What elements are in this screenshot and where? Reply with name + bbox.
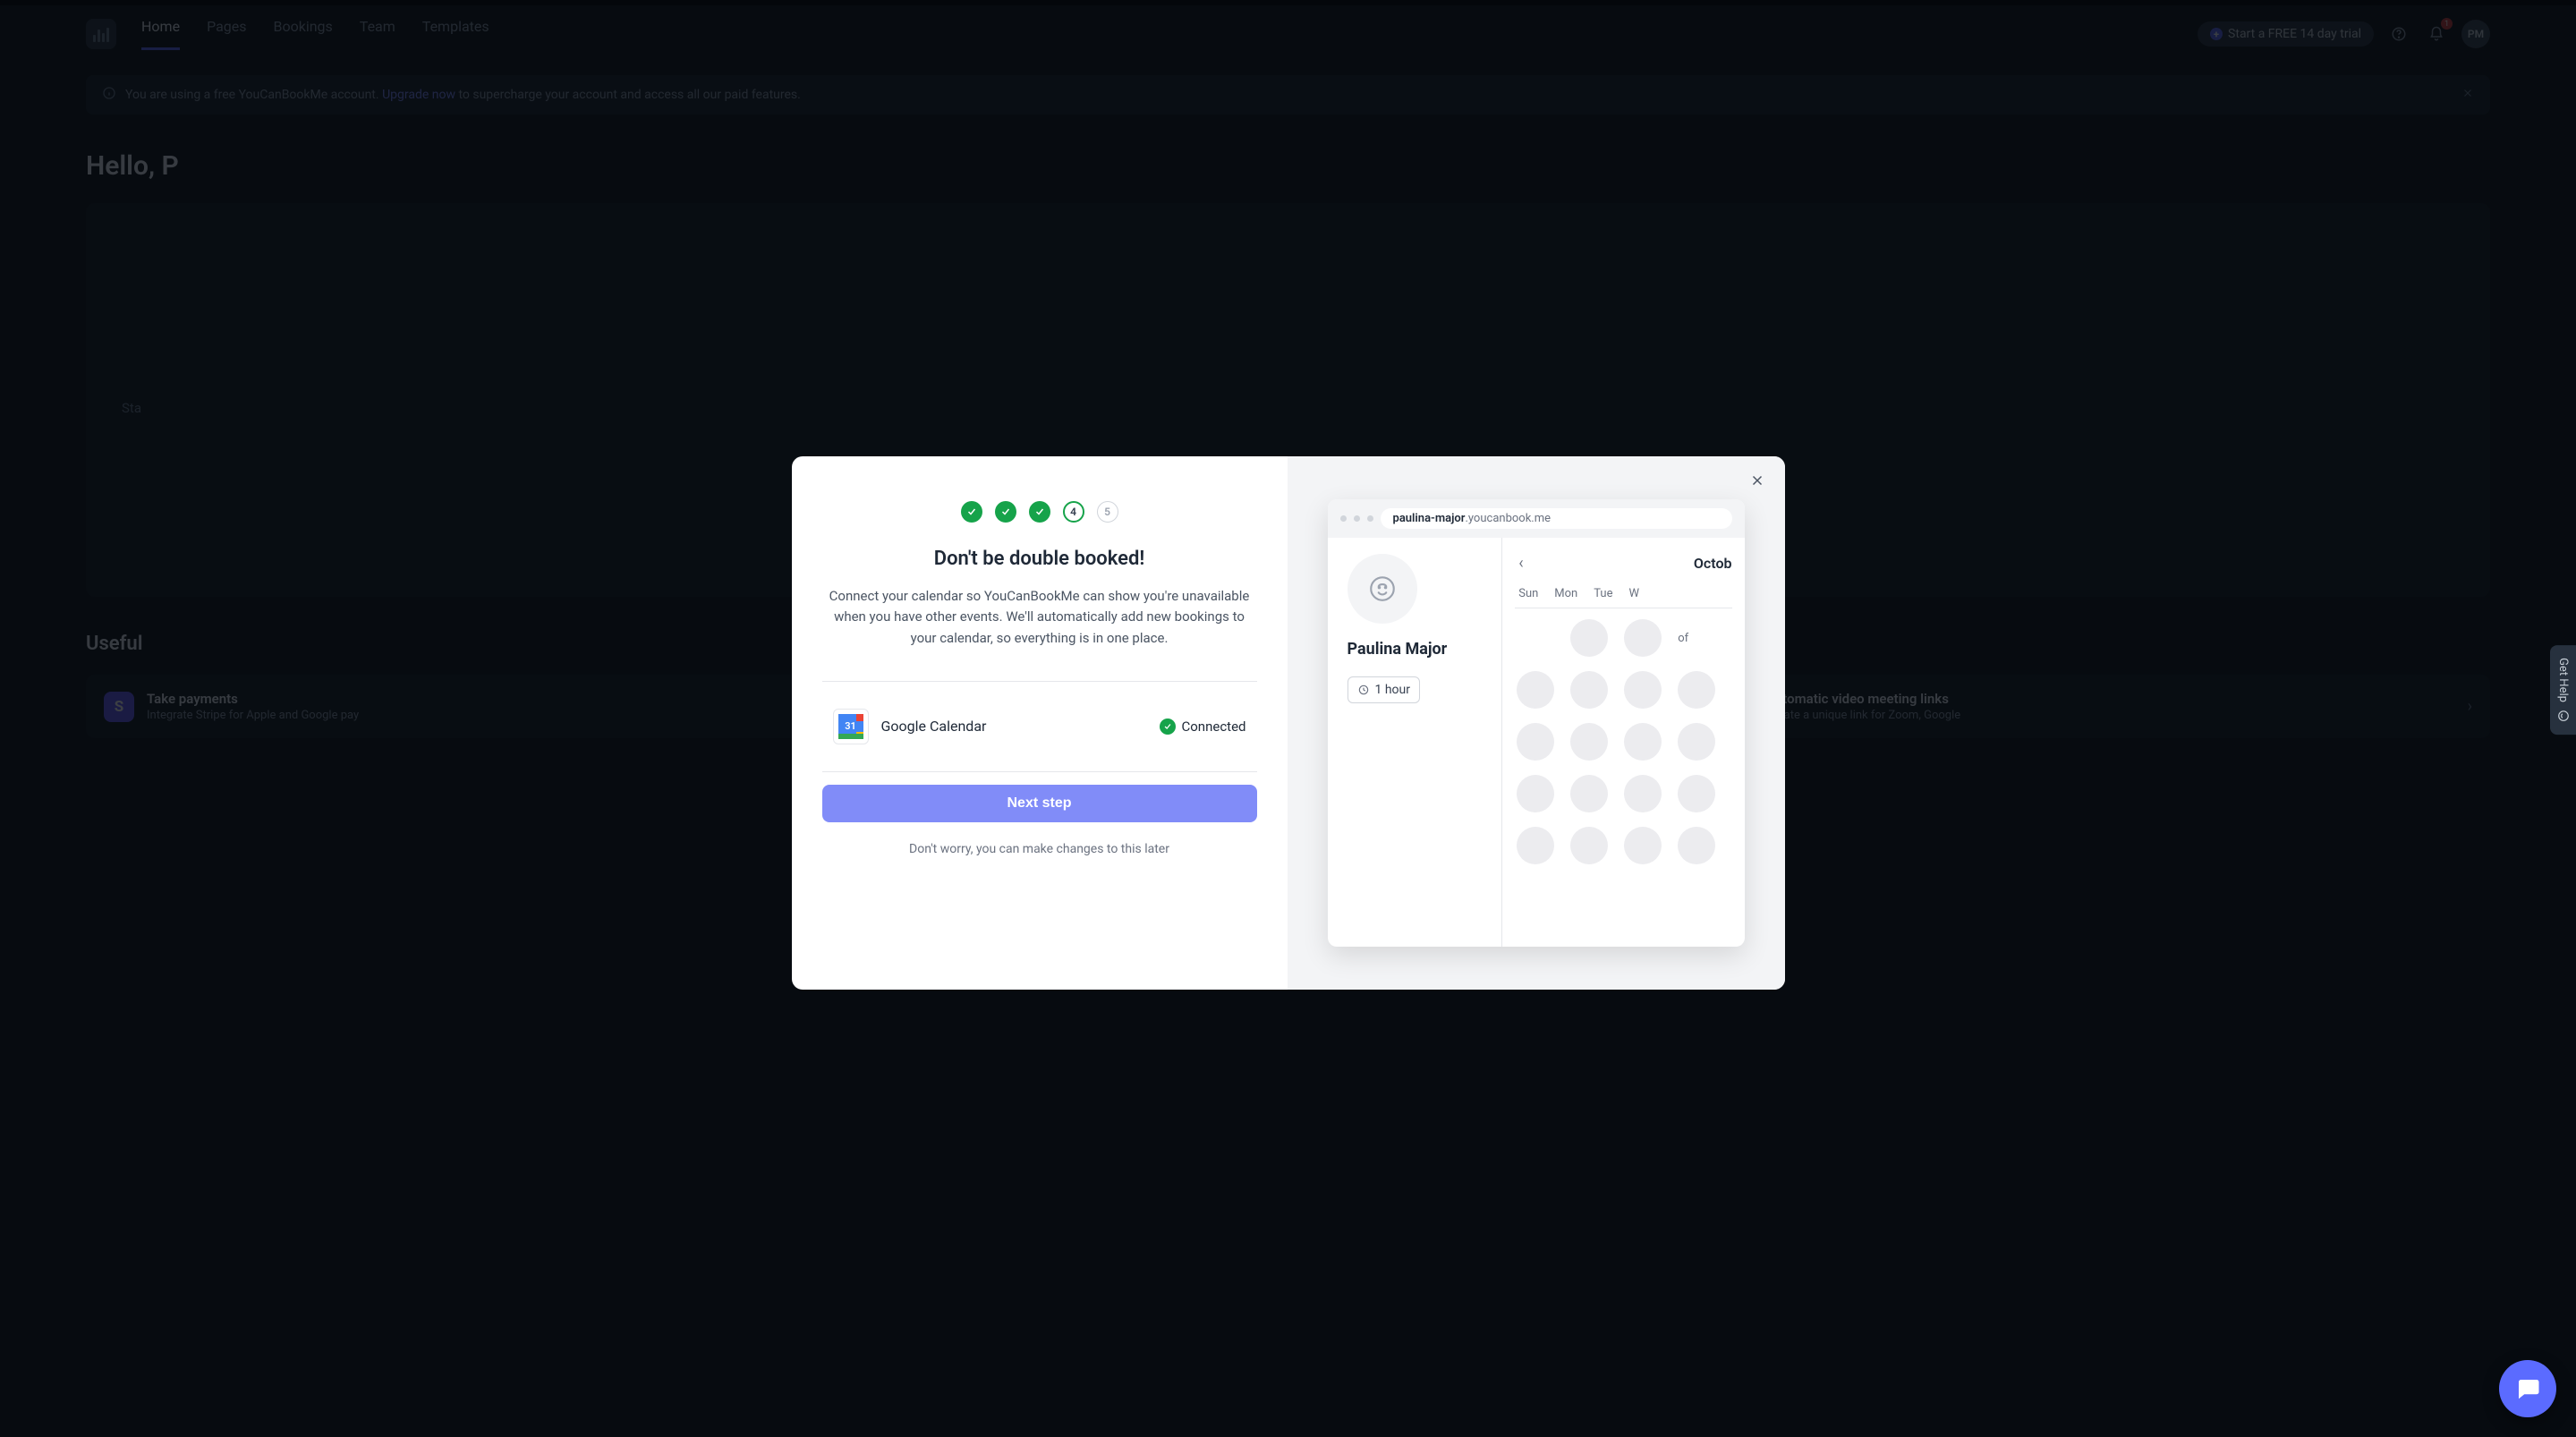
clock-icon xyxy=(1357,684,1370,696)
booking-page-preview: paulina-major.youcanbook.me Paulina Majo… xyxy=(1328,499,1745,947)
calendar-connection-row: 31 Google Calendar Connected xyxy=(822,682,1257,771)
chat-icon xyxy=(2514,1375,2541,1402)
url-domain: .youcanbook.me xyxy=(1465,512,1551,525)
onboarding-modal: 4 5 Don't be double booked! Connect your… xyxy=(792,456,1785,990)
day-cell xyxy=(1678,671,1715,709)
day-cell xyxy=(1678,827,1715,864)
modal-title: Don't be double booked! xyxy=(934,548,1145,570)
dow-wed: W xyxy=(1628,587,1639,600)
step-1-done xyxy=(961,501,982,523)
window-dot xyxy=(1367,515,1373,522)
preview-calendar: ‹ Octob Sun Mon Tue W xyxy=(1502,538,1744,947)
step-3-done xyxy=(1029,501,1050,523)
check-icon xyxy=(1160,718,1176,735)
help-label: Get Help xyxy=(2556,658,2570,702)
overflow-indicator: of xyxy=(1678,619,1688,657)
weekday-row: Sun Mon Tue W xyxy=(1515,587,1731,600)
preview-name: Paulina Major xyxy=(1348,640,1483,659)
window-dot xyxy=(1340,515,1347,522)
modal-description: Connect your calendar so YouCanBookMe ca… xyxy=(822,586,1257,649)
connected-status: Connected xyxy=(1160,718,1245,735)
day-cell xyxy=(1624,775,1662,812)
month-label: Octob xyxy=(1694,555,1732,572)
modal-left: 4 5 Don't be double booked! Connect your… xyxy=(792,456,1288,990)
preview-profile: Paulina Major 1 hour xyxy=(1328,538,1503,947)
chevron-left-icon: ‹ xyxy=(1515,554,1526,573)
preview-url: paulina-major.youcanbook.me xyxy=(1381,508,1732,529)
duration-label: 1 hour xyxy=(1375,683,1411,697)
day-cell xyxy=(1570,723,1608,761)
day-cell xyxy=(1517,723,1554,761)
later-text: Don't worry, you can make changes to thi… xyxy=(909,842,1169,856)
day-cell xyxy=(1624,827,1662,864)
day-cell xyxy=(1570,671,1608,709)
stepper: 4 5 xyxy=(961,501,1118,523)
modal-close-button[interactable] xyxy=(1746,469,1769,492)
smile-icon xyxy=(2557,710,2570,722)
next-step-button[interactable]: Next step xyxy=(822,785,1257,822)
calendar-name: Google Calendar xyxy=(881,718,1148,735)
month-row: ‹ Octob xyxy=(1515,554,1731,573)
modal-right: paulina-major.youcanbook.me Paulina Majo… xyxy=(1288,456,1785,990)
duration-pill: 1 hour xyxy=(1348,676,1421,703)
preview-avatar xyxy=(1348,554,1417,624)
day-cell xyxy=(1570,619,1608,657)
google-calendar-icon: 31 xyxy=(833,709,869,744)
get-help-tab[interactable]: Get Help xyxy=(2550,645,2576,735)
day-cell xyxy=(1517,671,1554,709)
step-4-active: 4 xyxy=(1063,501,1084,523)
day-cell xyxy=(1517,775,1554,812)
day-cell xyxy=(1678,775,1715,812)
dow-mon: Mon xyxy=(1554,587,1577,600)
day-cell xyxy=(1570,775,1608,812)
divider xyxy=(822,771,1257,772)
day-cell xyxy=(1624,671,1662,709)
chat-fab[interactable] xyxy=(2499,1360,2556,1417)
url-subdomain: paulina-major xyxy=(1393,512,1466,525)
preview-body: Paulina Major 1 hour ‹ Octob xyxy=(1328,538,1745,947)
preview-urlbar: paulina-major.youcanbook.me xyxy=(1328,499,1745,538)
day-cell xyxy=(1570,827,1608,864)
day-cell xyxy=(1624,619,1662,657)
day-cell xyxy=(1624,723,1662,761)
dow-tue: Tue xyxy=(1594,587,1612,600)
connected-label: Connected xyxy=(1181,718,1245,735)
modal-overlay: 4 5 Don't be double booked! Connect your… xyxy=(0,0,2576,1437)
step-2-done xyxy=(995,501,1016,523)
dow-sun: Sun xyxy=(1518,587,1538,600)
day-cell xyxy=(1678,723,1715,761)
window-dot xyxy=(1354,515,1360,522)
step-5-future: 5 xyxy=(1097,501,1118,523)
gcal-day: 31 xyxy=(845,720,856,732)
day-grid: of xyxy=(1515,619,1731,864)
day-cell xyxy=(1517,827,1554,864)
